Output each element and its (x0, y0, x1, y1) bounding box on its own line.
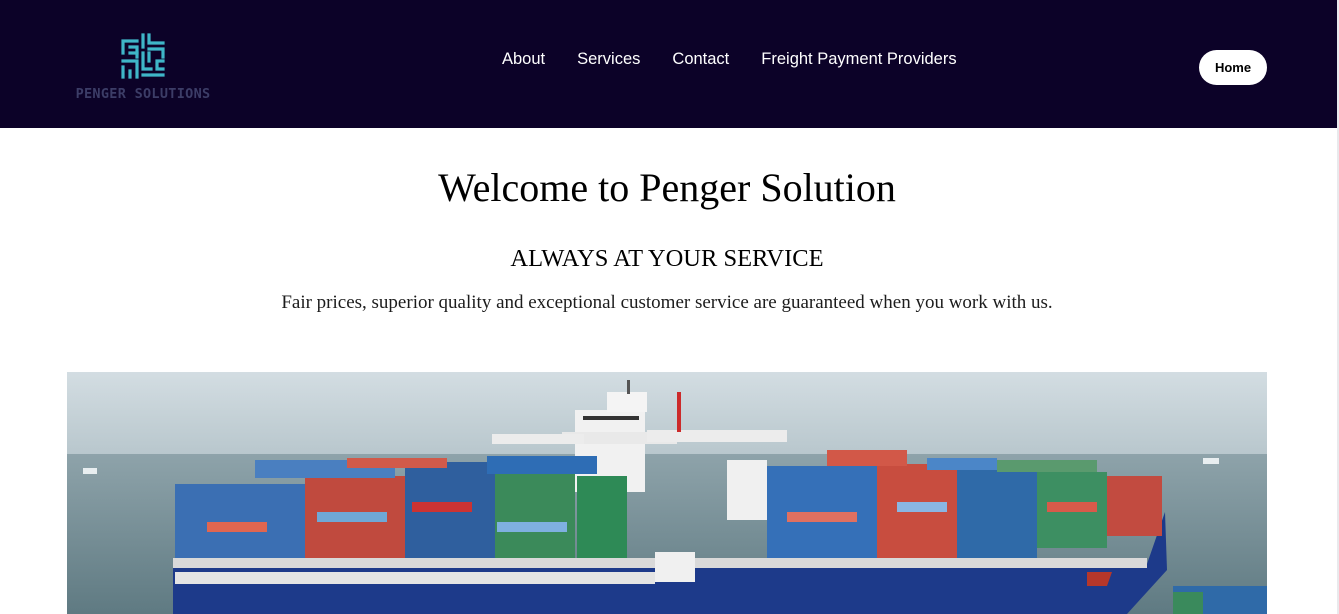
page-description: Fair prices, superior quality and except… (281, 292, 1053, 313)
main-nav: About Services Contact Freight Payment P… (486, 49, 973, 69)
hero-image (67, 372, 1267, 614)
top-navbar: PENGER SOLUTIONS About Services Contact … (0, 0, 1339, 128)
maze-logo-icon (121, 33, 165, 79)
brand-name: PENGER SOLUTIONS (75, 86, 211, 102)
brand-logo[interactable]: PENGER SOLUTIONS (70, 33, 220, 108)
page-tagline: ALWAYS AT YOUR SERVICE (510, 245, 824, 272)
home-button[interactable]: Home (1199, 50, 1267, 85)
page-title: Welcome to Penger Solution (438, 165, 896, 210)
nav-freight-payment-providers[interactable]: Freight Payment Providers (745, 49, 972, 69)
container-ship-illustration (67, 372, 1267, 614)
nav-services[interactable]: Services (561, 49, 656, 69)
nav-contact[interactable]: Contact (656, 49, 745, 69)
nav-about[interactable]: About (486, 49, 561, 69)
